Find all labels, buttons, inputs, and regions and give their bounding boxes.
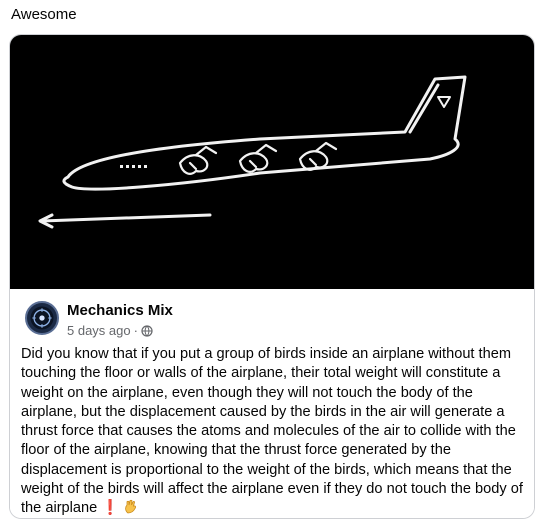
exclamation-emoji: ❗ (101, 500, 120, 517)
post-text: Did you know that if you put a group of … (21, 345, 526, 518)
post-image[interactable] (10, 35, 534, 289)
post-body: Mechanics Mix 5 days ago · Did you know … (10, 289, 534, 518)
globe-icon[interactable] (141, 325, 153, 337)
ok-hand-icon (124, 499, 138, 514)
avatar[interactable] (25, 301, 59, 335)
airplane-birds-drawing (38, 75, 467, 229)
shared-post-card[interactable]: Mechanics Mix 5 days ago · Did you know … (9, 34, 535, 519)
page-name[interactable]: Mechanics Mix (67, 302, 173, 320)
meta-separator: · (133, 323, 138, 338)
post-caption: Awesome (11, 6, 77, 23)
post-meta: 5 days ago · (67, 323, 153, 339)
post-body-text: Did you know that if you put a group of … (21, 346, 523, 517)
post-timestamp[interactable]: 5 days ago (67, 323, 131, 339)
mechanics-logo-icon (30, 306, 54, 330)
